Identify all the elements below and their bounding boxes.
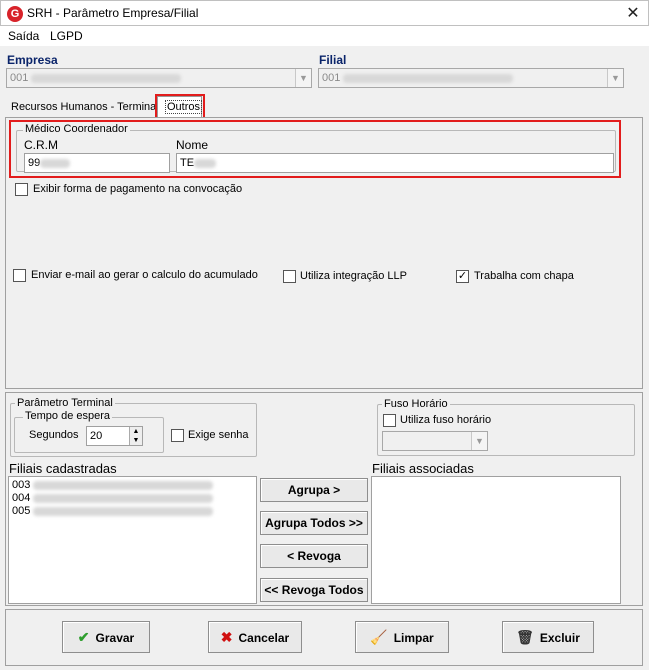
empresa-value: 001 [10,72,29,84]
limpar-button[interactable]: 🧹 Limpar [355,621,449,653]
agrupa-button[interactable]: Agrupa > [260,478,368,502]
nome-blurred [194,158,217,168]
segundos-value: 20 [90,430,103,442]
excluir-label: Excluir [539,631,580,645]
medico-group-title: Médico Coordenador [23,123,130,135]
nome-value: TE [180,157,195,169]
utiliza-fuso-label: Utiliza fuso horário [400,414,492,426]
gravar-button[interactable]: ✔ Gravar [62,621,150,653]
filial-label: Filial [319,53,347,67]
empresa-filial-section: Empresa 001 ▼ Filial 001 ▼ [0,47,649,93]
empresa-select[interactable]: 001 ▼ [6,68,312,88]
crm-input[interactable]: 99 [24,153,170,173]
spin-down-icon[interactable]: ▼ [129,436,142,445]
crm-value: 99 [28,157,41,169]
terminal-group-title: Parâmetro Terminal [15,397,115,409]
crm-label: C.R.M [24,138,58,152]
empresa-label: Empresa [7,53,58,67]
filiais-cadastradas-label: Filiais cadastradas [9,461,117,476]
x-cancel-icon: ✖ [220,629,233,645]
list-item-code: 003 [12,479,31,491]
integracao-llp-checkbox[interactable] [283,270,296,283]
exige-senha-checkbox[interactable] [171,429,184,442]
enviar-email-checkbox[interactable] [13,269,26,282]
list-item-code: 004 [12,492,31,504]
revoga-todos-button[interactable]: << Revoga Todos [260,578,368,602]
utiliza-fuso-checkbox[interactable] [383,414,396,427]
close-icon[interactable]: ✕ [619,3,647,25]
chevron-down-icon[interactable]: ▼ [295,69,311,87]
tempo-espera-title: Tempo de espera [23,410,112,422]
exige-senha-label: Exige senha [188,429,249,441]
crm-blurred [40,158,71,168]
filial-name-blurred [343,73,514,83]
agrupa-todos-button[interactable]: Agrupa Todos >> [260,511,368,535]
list-item-blurred [33,506,214,516]
list-item-blurred [33,493,214,503]
cancelar-label: Cancelar [238,631,290,645]
revoga-button[interactable]: < Revoga [260,544,368,568]
segundos-label: Segundos [29,429,79,441]
enviar-email-label: Enviar e-mail ao gerar o calculo do acum… [31,269,258,281]
title-bar: G SRH - Parâmetro Empresa/Filial ✕ [0,0,649,26]
nome-input[interactable]: TE [176,153,614,173]
fuso-group-title: Fuso Horário [382,398,450,410]
limpar-label: Limpar [393,631,434,645]
exibir-pagamento-checkbox[interactable] [15,183,28,196]
tab-recursos-humanos[interactable]: Recursos Humanos - Terminal [11,101,159,113]
chevron-down-icon[interactable]: ▼ [471,432,487,450]
trash-icon: 🗑 [516,629,534,645]
nome-label: Nome [176,138,209,152]
menu-item-saida[interactable]: Saída [8,29,39,43]
trabalha-chapa-label: Trabalha com chapa [474,270,574,282]
list-item[interactable]: 004 [12,492,214,504]
exibir-pagamento-label: Exibir forma de pagamento na convocação [33,183,243,195]
filiais-associadas-label: Filiais associadas [372,461,474,476]
cancelar-button[interactable]: ✖ Cancelar [208,621,302,653]
list-item-blurred [33,480,214,490]
empresa-name-blurred [31,73,182,83]
menu-bar: Saída LGPD [0,26,649,46]
fuso-select[interactable]: ▼ [382,431,488,451]
spin-up-icon[interactable]: ▲ [129,427,142,436]
chevron-down-icon[interactable]: ▼ [607,69,623,87]
broom-icon: 🧹 [370,629,388,645]
app-logo-icon: G [7,6,23,22]
list-item-code: 005 [12,505,31,517]
checkmark-icon: ✓ [457,270,468,282]
filiais-cadastradas-list[interactable]: 003 004 005 [8,476,257,604]
excluir-button[interactable]: 🗑 Excluir [502,621,594,653]
filial-select[interactable]: 001 ▼ [318,68,624,88]
integracao-llp-label: Utiliza integração LLP [300,270,408,282]
checkmark-icon: ✔ [77,629,90,645]
window-title: SRH - Parâmetro Empresa/Filial [27,6,199,20]
gravar-label: Gravar [95,631,135,645]
list-item[interactable]: 005 [12,505,214,517]
segundos-spinner[interactable]: 20 ▲ ▼ [86,426,143,446]
menu-item-lgpd[interactable]: LGPD [50,29,83,43]
trabalha-chapa-checkbox[interactable]: ✓ [456,270,469,283]
list-item[interactable]: 003 [12,479,214,491]
filiais-associadas-list[interactable] [371,476,621,604]
filial-value: 001 [322,72,341,84]
